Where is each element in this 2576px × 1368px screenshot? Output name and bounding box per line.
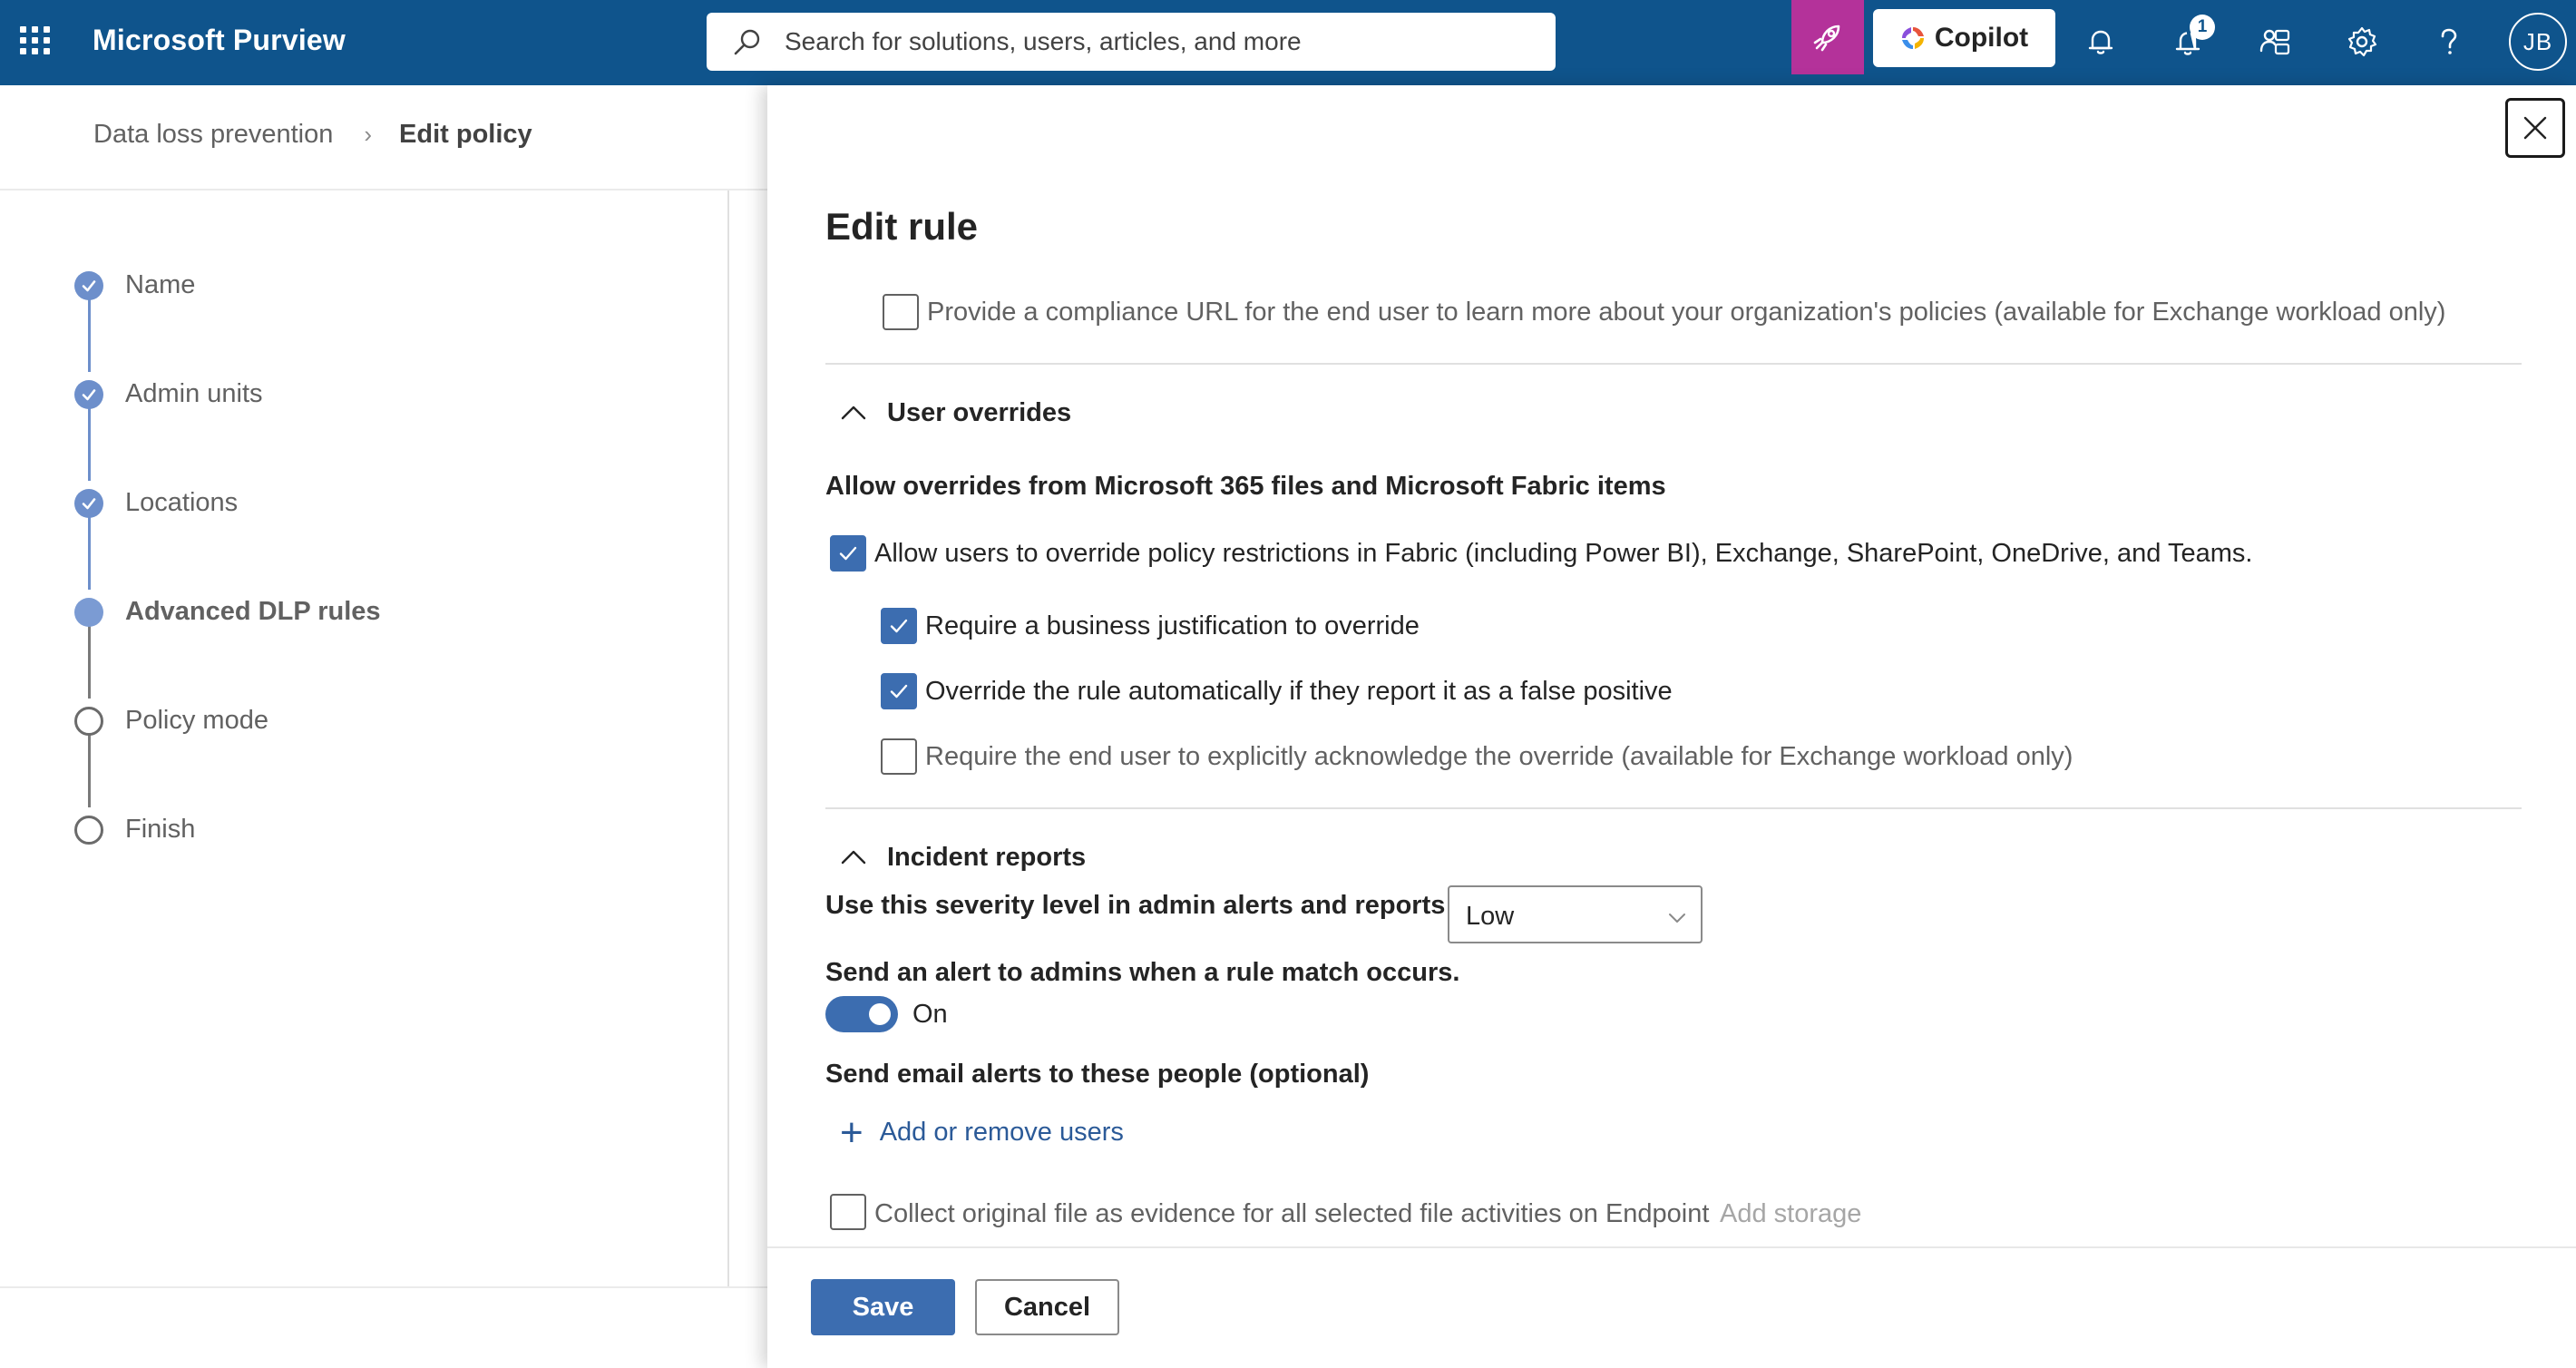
wizard-step-locations[interactable]: Locations xyxy=(74,488,238,518)
wizard-step-admin-units[interactable]: Admin units xyxy=(74,379,263,409)
wizard-step-label: Name xyxy=(125,270,196,299)
edit-rule-panel xyxy=(767,85,2576,1368)
checkmark-icon xyxy=(890,684,908,699)
add-remove-users-link[interactable]: + Add or remove users xyxy=(840,1109,1124,1155)
rocket-icon xyxy=(1813,24,1840,52)
close-icon xyxy=(2523,116,2547,140)
plus-icon: + xyxy=(840,1109,864,1155)
chevron-down-icon xyxy=(1669,914,1685,923)
copilot-label: Copilot xyxy=(1934,23,2029,53)
wizard-step-advanced-dlp-rules[interactable]: Advanced DLP rules xyxy=(74,597,381,627)
cancel-button[interactable]: Cancel xyxy=(975,1279,1119,1335)
wizard-step-name[interactable]: Name xyxy=(74,270,195,300)
user-overrides-heading: User overrides xyxy=(887,397,1072,427)
wizard-divider xyxy=(727,191,729,1288)
breadcrumb-root[interactable]: Data loss prevention xyxy=(93,120,333,150)
pending-step-circle-icon xyxy=(74,706,103,736)
panel-title: Edit rule xyxy=(825,205,979,248)
wizard-step-label: Policy mode xyxy=(125,706,268,735)
alert-toggle-state: On xyxy=(912,1000,948,1029)
step-connector xyxy=(88,735,91,807)
require-justification-checkbox[interactable] xyxy=(881,608,917,644)
severity-label: Use this severity level in admin alerts … xyxy=(825,891,1455,920)
step-connector xyxy=(88,299,91,372)
checkmark-icon xyxy=(74,270,103,300)
wizard-step-label: Finish xyxy=(125,815,196,844)
panel-footer-divider xyxy=(767,1246,2576,1248)
alert-admins-toggle[interactable] xyxy=(825,996,898,1032)
launch-button[interactable] xyxy=(1791,0,1864,74)
user-avatar[interactable]: JB xyxy=(2509,13,2567,71)
acknowledge-override-label: Require the end user to explicitly ackno… xyxy=(925,742,2073,771)
allow-override-checkbox[interactable] xyxy=(830,535,866,572)
acknowledge-override-checkbox[interactable] xyxy=(881,738,917,775)
overrides-subheading: Allow overrides from Microsoft 365 files… xyxy=(825,472,1666,501)
collect-evidence-checkbox[interactable] xyxy=(830,1194,866,1230)
current-step-dot-icon xyxy=(74,597,103,627)
auto-override-label: Override the rule automatically if they … xyxy=(925,677,1673,706)
step-connector xyxy=(88,517,91,590)
bell-icon[interactable] xyxy=(2077,18,2124,65)
severity-value: Low xyxy=(1466,902,1515,931)
breadcrumb-current: Edit policy xyxy=(399,120,532,149)
help-icon[interactable] xyxy=(2425,18,2473,65)
chevron-up-icon xyxy=(841,850,866,865)
compliance-url-checkbox[interactable] xyxy=(883,294,919,330)
wizard-step-label: Advanced DLP rules xyxy=(125,597,381,626)
checkmark-icon xyxy=(890,619,908,633)
checkmark-icon xyxy=(74,379,103,409)
top-bar: Microsoft Purview Copilot xyxy=(0,0,2576,85)
notifications-icon[interactable]: 1 xyxy=(2164,15,2215,65)
app-title[interactable]: Microsoft Purview xyxy=(93,24,346,57)
save-button[interactable]: Save xyxy=(811,1279,955,1335)
compliance-url-label: Provide a compliance URL for the end use… xyxy=(927,298,2446,327)
add-remove-users-label: Add or remove users xyxy=(879,1118,1124,1147)
email-alerts-label: Send email alerts to these people (optio… xyxy=(825,1060,1370,1089)
step-connector xyxy=(88,626,91,699)
wizard-step-policy-mode[interactable]: Policy mode xyxy=(74,706,268,736)
wizard-step-label: Locations xyxy=(125,488,239,517)
community-icon[interactable] xyxy=(2251,18,2298,65)
wizard-step-label: Admin units xyxy=(125,379,263,408)
checkmark-icon xyxy=(839,546,857,561)
wizard-step-finish[interactable]: Finish xyxy=(74,815,195,845)
section-divider xyxy=(825,363,2522,365)
step-connector xyxy=(88,408,91,481)
pending-step-circle-icon xyxy=(74,815,103,845)
add-storage-link: Add storage xyxy=(1720,1199,1862,1228)
allow-override-label: Allow users to override policy restricti… xyxy=(874,539,2253,568)
breadcrumb: Data loss prevention › Edit policy xyxy=(93,120,532,150)
header-divider xyxy=(0,189,767,191)
severity-dropdown[interactable]: Low xyxy=(1448,885,1703,943)
user-overrides-toggle[interactable]: User overrides xyxy=(838,397,1071,428)
copilot-icon xyxy=(1901,27,1924,49)
chevron-right-icon: › xyxy=(364,121,373,148)
search-input[interactable] xyxy=(785,24,1528,60)
close-panel-button[interactable] xyxy=(2505,98,2565,158)
incident-reports-toggle[interactable]: Incident reports xyxy=(838,842,1086,873)
notification-badge: 1 xyxy=(2190,15,2215,40)
search-box[interactable] xyxy=(707,13,1556,71)
copilot-button[interactable]: Copilot xyxy=(1873,9,2055,67)
checkmark-icon xyxy=(74,488,103,518)
require-justification-label: Require a business justification to over… xyxy=(925,611,1420,640)
section-divider xyxy=(825,807,2522,809)
footer-divider-left xyxy=(0,1286,767,1288)
incident-reports-heading: Incident reports xyxy=(887,842,1087,872)
settings-gear-icon[interactable] xyxy=(2338,18,2386,65)
alert-admins-label: Send an alert to admins when a rule matc… xyxy=(825,958,1460,987)
search-icon xyxy=(734,29,760,55)
auto-override-checkbox[interactable] xyxy=(881,673,917,709)
collect-evidence-label: Collect original file as evidence for al… xyxy=(874,1199,1710,1228)
app-launcher-icon[interactable] xyxy=(18,24,50,55)
chevron-up-icon xyxy=(841,406,866,420)
